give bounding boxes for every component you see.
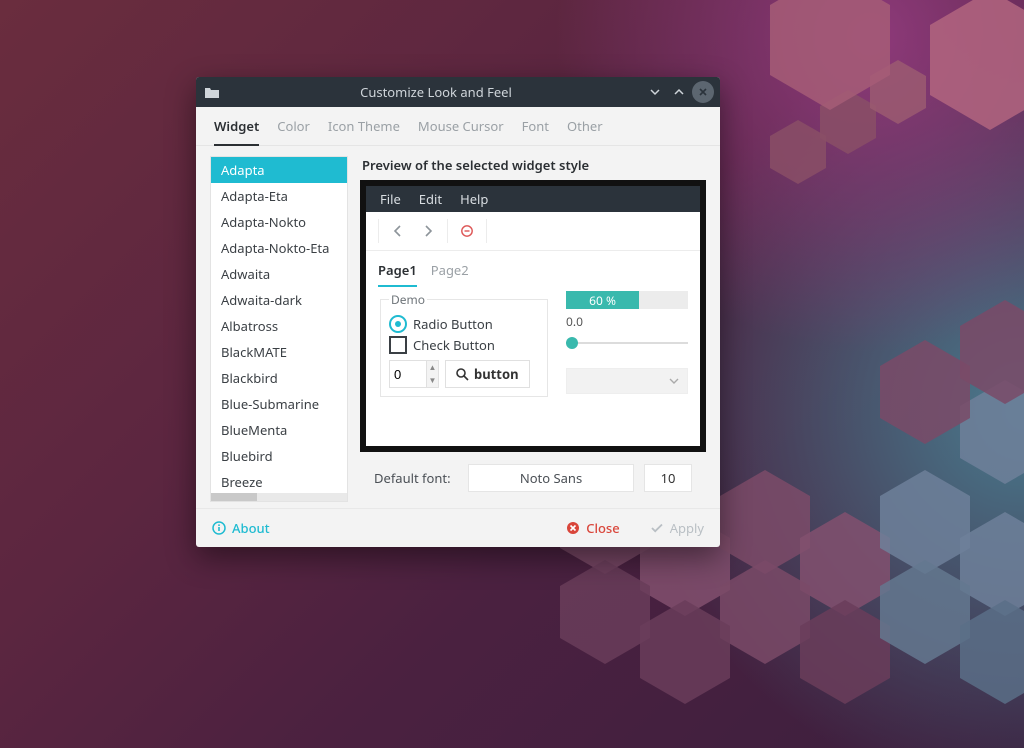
titlebar[interactable]: Customize Look and Feel <box>196 77 720 107</box>
tab-color[interactable]: Color <box>277 115 310 145</box>
tab-widget[interactable]: Widget <box>214 115 259 146</box>
list-item[interactable]: Adwaita <box>211 261 347 287</box>
menu-help[interactable]: Help <box>460 190 488 208</box>
minimize-button[interactable] <box>644 81 666 103</box>
slider-value-label: 0.0 <box>566 313 688 330</box>
dialog-footer: About Close Apply <box>196 508 720 547</box>
close-window-button[interactable] <box>692 81 714 103</box>
close-button[interactable]: Close <box>566 519 620 537</box>
search-icon <box>456 368 469 381</box>
page-tab-1[interactable]: Page1 <box>378 261 417 287</box>
close-icon <box>566 521 580 535</box>
settings-window: Customize Look and Feel Widget Color Ico… <box>196 77 720 547</box>
default-font-row: Default font: Noto Sans 10 <box>360 452 706 502</box>
stop-icon[interactable] <box>452 218 482 244</box>
demo-checkbox[interactable]: Check Button <box>389 336 539 354</box>
preview-frame: File Edit Help Page1 Page2 <box>360 180 706 452</box>
demo-spinbox[interactable]: ▲▼ <box>389 360 439 388</box>
list-item[interactable]: BlueMenta <box>211 417 347 443</box>
preview-menubar: File Edit Help <box>366 186 700 212</box>
about-button[interactable]: About <box>212 519 270 537</box>
demo-radio[interactable]: Radio Button <box>389 315 539 333</box>
list-item[interactable]: Adapta-Eta <box>211 183 347 209</box>
page-tab-2[interactable]: Page2 <box>431 261 469 287</box>
default-font-label: Default font: <box>374 469 458 487</box>
default-font-size-field[interactable]: 10 <box>644 464 692 492</box>
category-tabs: Widget Color Icon Theme Mouse Cursor Fon… <box>196 107 720 146</box>
list-item[interactable]: Blue-Submarine <box>211 391 347 417</box>
list-item[interactable]: Albatross <box>211 313 347 339</box>
tab-mouse-cursor[interactable]: Mouse Cursor <box>418 115 504 145</box>
preview-page-tabs: Page1 Page2 <box>366 251 700 287</box>
spin-down-icon[interactable]: ▼ <box>427 374 438 387</box>
menu-file[interactable]: File <box>380 190 401 208</box>
tab-font[interactable]: Font <box>522 115 549 145</box>
list-item[interactable]: BlackMATE <box>211 339 347 365</box>
list-item[interactable]: Bluebird <box>211 443 347 469</box>
default-font-family-field[interactable]: Noto Sans <box>468 464 634 492</box>
info-icon <box>212 521 226 535</box>
list-item[interactable]: Breeze <box>211 469 347 493</box>
widget-style-list[interactable]: Adapta Adapta-Eta Adapta-Nokto Adapta-No… <box>210 156 348 502</box>
demo-combobox[interactable] <box>566 368 688 394</box>
demo-groupbox: Demo Radio Button Check Button ▲▼ button <box>380 291 548 397</box>
list-item[interactable]: Adapta <box>211 157 347 183</box>
tab-icon-theme[interactable]: Icon Theme <box>328 115 400 145</box>
checkbox-icon <box>389 336 407 354</box>
preview-toolbar <box>366 212 700 251</box>
list-item[interactable]: Adwaita-dark <box>211 287 347 313</box>
app-icon <box>196 85 228 99</box>
demo-progressbar: 60 % <box>566 291 688 309</box>
list-scrollbar[interactable] <box>211 493 347 501</box>
back-icon[interactable] <box>383 218 413 244</box>
demo-button[interactable]: button <box>445 360 530 388</box>
slider-thumb[interactable] <box>566 337 578 349</box>
maximize-button[interactable] <box>668 81 690 103</box>
chevron-down-icon <box>669 378 679 384</box>
radio-icon <box>389 315 407 333</box>
check-icon <box>650 521 664 535</box>
tab-other[interactable]: Other <box>567 115 603 145</box>
list-item[interactable]: Adapta-Nokto <box>211 209 347 235</box>
preview-heading: Preview of the selected widget style <box>362 156 706 174</box>
menu-edit[interactable]: Edit <box>419 190 442 208</box>
window-title: Customize Look and Feel <box>228 83 644 101</box>
spin-up-icon[interactable]: ▲ <box>427 361 438 374</box>
spin-input[interactable] <box>390 361 426 387</box>
demo-groupbox-label: Demo <box>389 291 427 308</box>
forward-icon[interactable] <box>413 218 443 244</box>
list-item[interactable]: Blackbird <box>211 365 347 391</box>
apply-button[interactable]: Apply <box>650 519 704 537</box>
demo-slider[interactable] <box>566 336 688 350</box>
list-item[interactable]: Adapta-Nokto-Eta <box>211 235 347 261</box>
